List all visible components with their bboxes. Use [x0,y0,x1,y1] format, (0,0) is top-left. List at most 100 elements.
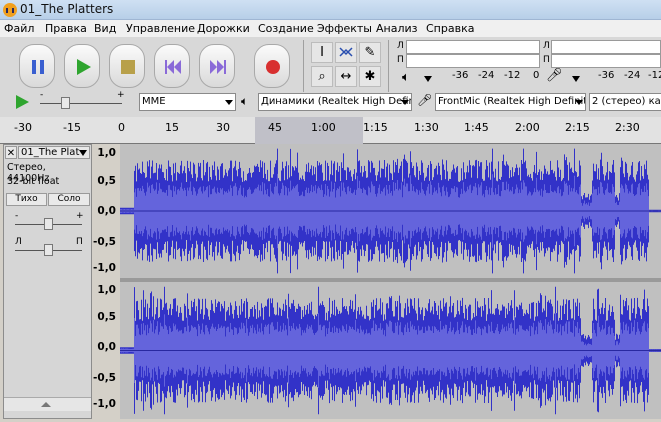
menu-effects[interactable]: Эффекты [317,22,372,35]
play-icon [77,59,91,75]
selection-tool[interactable]: I [311,42,333,63]
waveform-right-channel[interactable] [120,282,661,419]
menu-analyze[interactable]: Анализ [376,22,418,35]
audacity-app-icon [3,3,17,17]
zoom-tool[interactable]: ⌕ [311,66,333,87]
output-device-value: Динамики (Realtek High Defin [261,96,412,107]
skip-to-end-button[interactable] [199,44,235,88]
multi-tool[interactable]: ✱ [359,66,381,87]
timeline-ruler[interactable]: -30 -15 0 15 30 45 1:00 1:15 1:30 1:45 2… [0,117,661,144]
playback-meter-left [406,40,540,54]
waveform-left-channel[interactable] [120,144,661,278]
menu-tracks[interactable]: Дорожки [197,22,250,35]
input-channels-value: 2 (стерео) кана [592,96,661,107]
ruler-tick-label: -30 [14,121,32,134]
gain-plus-label: + [76,211,84,221]
audio-host-select[interactable]: MME [139,93,236,111]
menu-edit[interactable]: Правка [45,22,87,35]
pause-button[interactable] [19,44,55,88]
record-button[interactable] [254,44,290,88]
microphone-icon[interactable]: 🎤︎ [546,68,563,83]
input-device-value: FrontMic (Realtek High Definiti [438,96,586,107]
audio-host-value: MME [142,96,166,107]
speed-slider-thumb[interactable] [61,97,70,109]
record-meter-right-label: П [543,55,550,65]
speed-plus-label: + [117,90,125,100]
scale-label: -1,0 [93,262,116,274]
ruler-tick-label: -15 [63,121,81,134]
ruler-tick-label: 45 [268,121,282,134]
input-device-select[interactable]: FrontMic (Realtek High Definiti [435,93,586,111]
microphone-icon: 🎤︎ [417,93,433,107]
scale-label: -1,0 [93,398,116,410]
chevron-down-icon [79,150,87,156]
mute-button[interactable]: Тихо [6,193,47,206]
menu-help[interactable]: Справка [426,22,474,35]
menu-file[interactable]: Файл [4,22,34,35]
waveform-right-svg [120,286,661,415]
play-button[interactable] [64,44,100,88]
envelope-tool[interactable] [335,42,357,63]
i-beam-icon: I [320,45,324,60]
amplitude-scale-right-channel: 1,0 0,5 0,0 -0,5 -1,0 [92,281,120,419]
pan-right-label: П [76,237,83,247]
menu-generate[interactable]: Создание [258,22,314,35]
solo-button[interactable]: Соло [48,193,90,206]
skip-end-icon [210,60,226,74]
playback-meter-dropdown-arrow[interactable] [424,76,432,82]
record-meter-dropdown-arrow[interactable] [572,76,580,82]
scale-label: 0,5 [97,175,116,187]
play-at-speed-icon[interactable] [14,94,30,110]
stop-button[interactable] [109,44,145,88]
skip-start-icon [165,60,181,74]
speed-minus-label: - [40,90,44,100]
ruler-tick-label: 1:15 [363,121,388,134]
toolbar-separator [388,40,389,92]
collapse-arrow-icon [41,402,51,407]
window-title: 01_The Platters [20,2,114,16]
scale-label: -0,5 [93,372,116,384]
input-channels-select[interactable]: 2 (стерео) кана [589,93,661,111]
meter-tick: -24 [478,70,495,81]
track-name-menu[interactable]: 01_The Plat [18,146,90,159]
track-control-panel: ✕ 01_The Plat Стерео, 44100Hz 32-bit flo… [3,144,92,419]
scale-label: 1,0 [97,147,116,159]
menu-bar: Файл Правка Вид Управление Дорожки Созда… [0,20,661,38]
speaker-icon[interactable]: 🔈︎ [402,70,410,85]
amplitude-scale-left-channel: 1,0 0,5 0,0 -0,5 -1,0 [92,144,120,278]
draw-tool[interactable]: ✎ [359,42,381,63]
scale-label: 0,0 [97,341,116,353]
output-device-select[interactable]: Динамики (Realtek High Defin [258,93,412,111]
skip-to-start-button[interactable] [154,44,190,88]
speed-slider-track[interactable] [40,103,122,104]
gain-minus-label: - [15,211,19,221]
meter-tick: -36 [598,70,615,81]
scale-label: -0,5 [93,236,116,248]
double-arrow-icon: ↔ [340,69,352,84]
pan-slider-thumb[interactable] [44,244,53,256]
menu-transport[interactable]: Управление [126,22,195,35]
menu-view[interactable]: Вид [94,22,116,35]
collapse-track-button[interactable] [4,397,91,411]
ruler-tick-label: 1:45 [464,121,489,134]
ruler-tick-label: 2:30 [615,121,640,134]
envelope-icon [339,47,353,57]
meter-tick: -24 [624,70,641,81]
playback-meter-left-label: Л [397,41,404,51]
scale-label: 0,5 [97,311,116,323]
meter-tick: -36 [452,70,469,81]
playback-meter-right [406,54,540,68]
close-track-icon[interactable]: ✕ [5,146,17,159]
ruler-tick-label: 1:30 [414,121,439,134]
gain-slider-thumb[interactable] [44,218,53,230]
scale-label: 1,0 [97,284,116,296]
meter-tick: -12 [504,70,521,81]
record-meter-right [551,54,661,68]
speaker-icon: 🔈︎ [241,94,249,108]
meter-tick: 0 [533,70,540,81]
time-shift-tool[interactable]: ↔ [335,66,357,87]
record-meter-left [551,40,661,54]
track-name: 01_The Plat [21,147,80,158]
playback-meter-right-label: П [397,55,404,65]
pencil-icon: ✎ [364,45,376,60]
